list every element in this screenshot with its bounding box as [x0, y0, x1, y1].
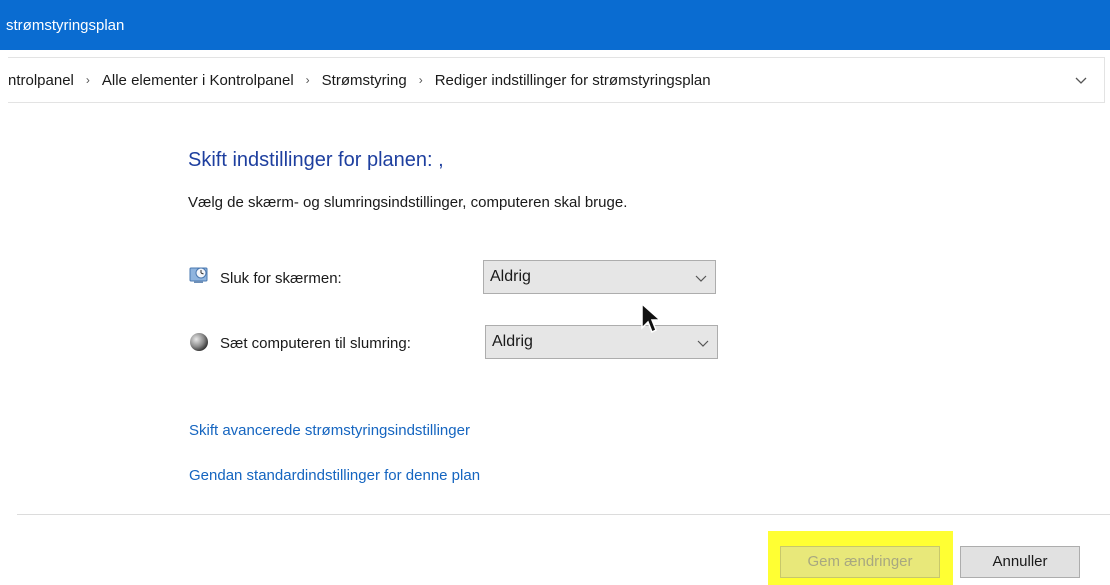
save-button[interactable]: Gem ændringer [780, 546, 940, 578]
address-dropdown-chevron-icon[interactable] [1074, 73, 1088, 87]
monitor-clock-icon [189, 267, 208, 283]
sleep-select[interactable]: Aldrig [485, 325, 718, 359]
display-off-value: Aldrig [490, 268, 531, 285]
mouse-cursor-icon [641, 302, 662, 334]
breadcrumb-item-power-options[interactable]: Strømstyring [322, 72, 407, 89]
title-bar: strømstyringsplan [0, 0, 1110, 50]
footer-divider [17, 514, 1110, 515]
chevron-down-icon [697, 340, 709, 347]
breadcrumb-separator-icon: › [305, 73, 310, 87]
display-off-select[interactable]: Aldrig [483, 260, 716, 294]
advanced-settings-link[interactable]: Skift avancerede strømstyringsindstillin… [189, 422, 470, 439]
window-title: strømstyringsplan [6, 17, 125, 34]
breadcrumb: ntrolpanel › Alle elementer i Kontrolpan… [8, 72, 711, 89]
breadcrumb-separator-icon: › [418, 73, 423, 87]
page-title: Skift indstillinger for planen: , [188, 149, 444, 171]
sleep-value: Aldrig [492, 333, 533, 350]
page-description: Vælg de skærm- og slumringsindstillinger… [188, 194, 628, 211]
breadcrumb-item-all-items[interactable]: Alle elementer i Kontrolpanel [102, 72, 294, 89]
address-bar[interactable]: ntrolpanel › Alle elementer i Kontrolpan… [8, 57, 1105, 103]
display-off-label: Sluk for skærmen: [220, 270, 342, 287]
moon-icon [190, 333, 208, 351]
sleep-label: Sæt computeren til slumring: [220, 335, 411, 352]
cancel-button[interactable]: Annuller [960, 546, 1080, 578]
restore-defaults-link[interactable]: Gendan standardindstillinger for denne p… [189, 467, 480, 484]
chevron-down-icon [695, 275, 707, 282]
breadcrumb-item-edit-plan[interactable]: Rediger indstillinger for strømstyringsp… [435, 72, 711, 89]
breadcrumb-item-control-panel[interactable]: ntrolpanel [8, 72, 74, 89]
breadcrumb-separator-icon: › [85, 73, 90, 87]
